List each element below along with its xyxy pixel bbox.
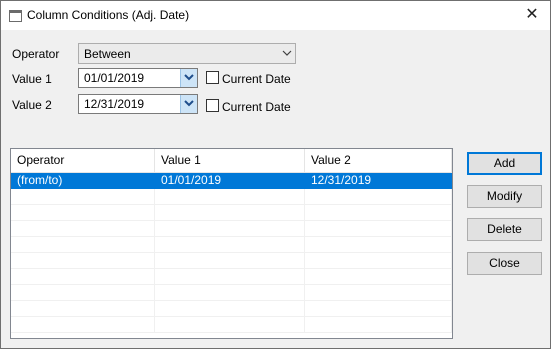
column-header-value1[interactable]: Value 1: [155, 149, 305, 172]
operator-label: Operator: [12, 47, 60, 61]
close-icon[interactable]: ✕: [524, 6, 540, 24]
value1-label: Value 1: [12, 72, 52, 86]
value1-date-text: 01/01/2019: [84, 71, 145, 85]
chevron-down-icon: [184, 74, 194, 81]
value1-date-picker-button[interactable]: [180, 69, 197, 87]
column-header-operator[interactable]: Operator: [11, 149, 155, 172]
empty-row: [11, 317, 452, 333]
list-header: Operator Value 1 Value 2: [11, 149, 452, 173]
empty-row: [11, 205, 452, 221]
value1-date-field[interactable]: 01/01/2019: [78, 68, 198, 88]
table-cell-value1: 01/01/2019: [155, 173, 305, 189]
window-title: Column Conditions (Adj. Date): [27, 8, 190, 22]
empty-row: [11, 221, 452, 237]
operator-selected-value: Between: [84, 47, 131, 61]
table-cell-value2: 12/31/2019: [305, 173, 452, 189]
empty-row: [11, 237, 452, 253]
list-body: (from/to) 01/01/2019 12/31/2019: [11, 173, 452, 333]
delete-button[interactable]: Delete: [467, 218, 542, 241]
value2-date-field[interactable]: 12/31/2019: [78, 94, 198, 114]
table-cell-operator: (from/to): [11, 173, 155, 189]
value2-current-date-checkbox[interactable]: [206, 99, 219, 112]
value1-current-date-label: Current Date: [222, 72, 291, 86]
add-button[interactable]: Add: [467, 152, 542, 175]
empty-row: [11, 189, 452, 205]
value2-date-text: 12/31/2019: [84, 97, 145, 111]
modify-button[interactable]: Modify: [467, 185, 542, 208]
empty-row: [11, 285, 452, 301]
value2-current-date-label: Current Date: [222, 100, 291, 114]
close-button[interactable]: Close: [467, 252, 542, 275]
value2-label: Value 2: [12, 98, 52, 112]
conditions-list[interactable]: Operator Value 1 Value 2 (from/to) 01/01…: [10, 148, 453, 339]
empty-row: [11, 301, 452, 317]
operator-dropdown[interactable]: Between: [78, 43, 296, 64]
empty-row: [11, 253, 452, 269]
chevron-down-icon: [184, 100, 194, 107]
value2-date-picker-button[interactable]: [180, 95, 197, 113]
dialog-window: Column Conditions (Adj. Date) ✕ Operator…: [0, 0, 551, 349]
chevron-down-icon: [282, 50, 292, 56]
table-row[interactable]: (from/to) 01/01/2019 12/31/2019: [11, 173, 452, 189]
column-header-value2[interactable]: Value 2: [305, 149, 452, 172]
empty-row: [11, 269, 452, 285]
value1-current-date-checkbox[interactable]: [206, 71, 219, 84]
title-bar[interactable]: Column Conditions (Adj. Date) ✕: [1, 1, 550, 30]
window-icon: [9, 10, 22, 22]
